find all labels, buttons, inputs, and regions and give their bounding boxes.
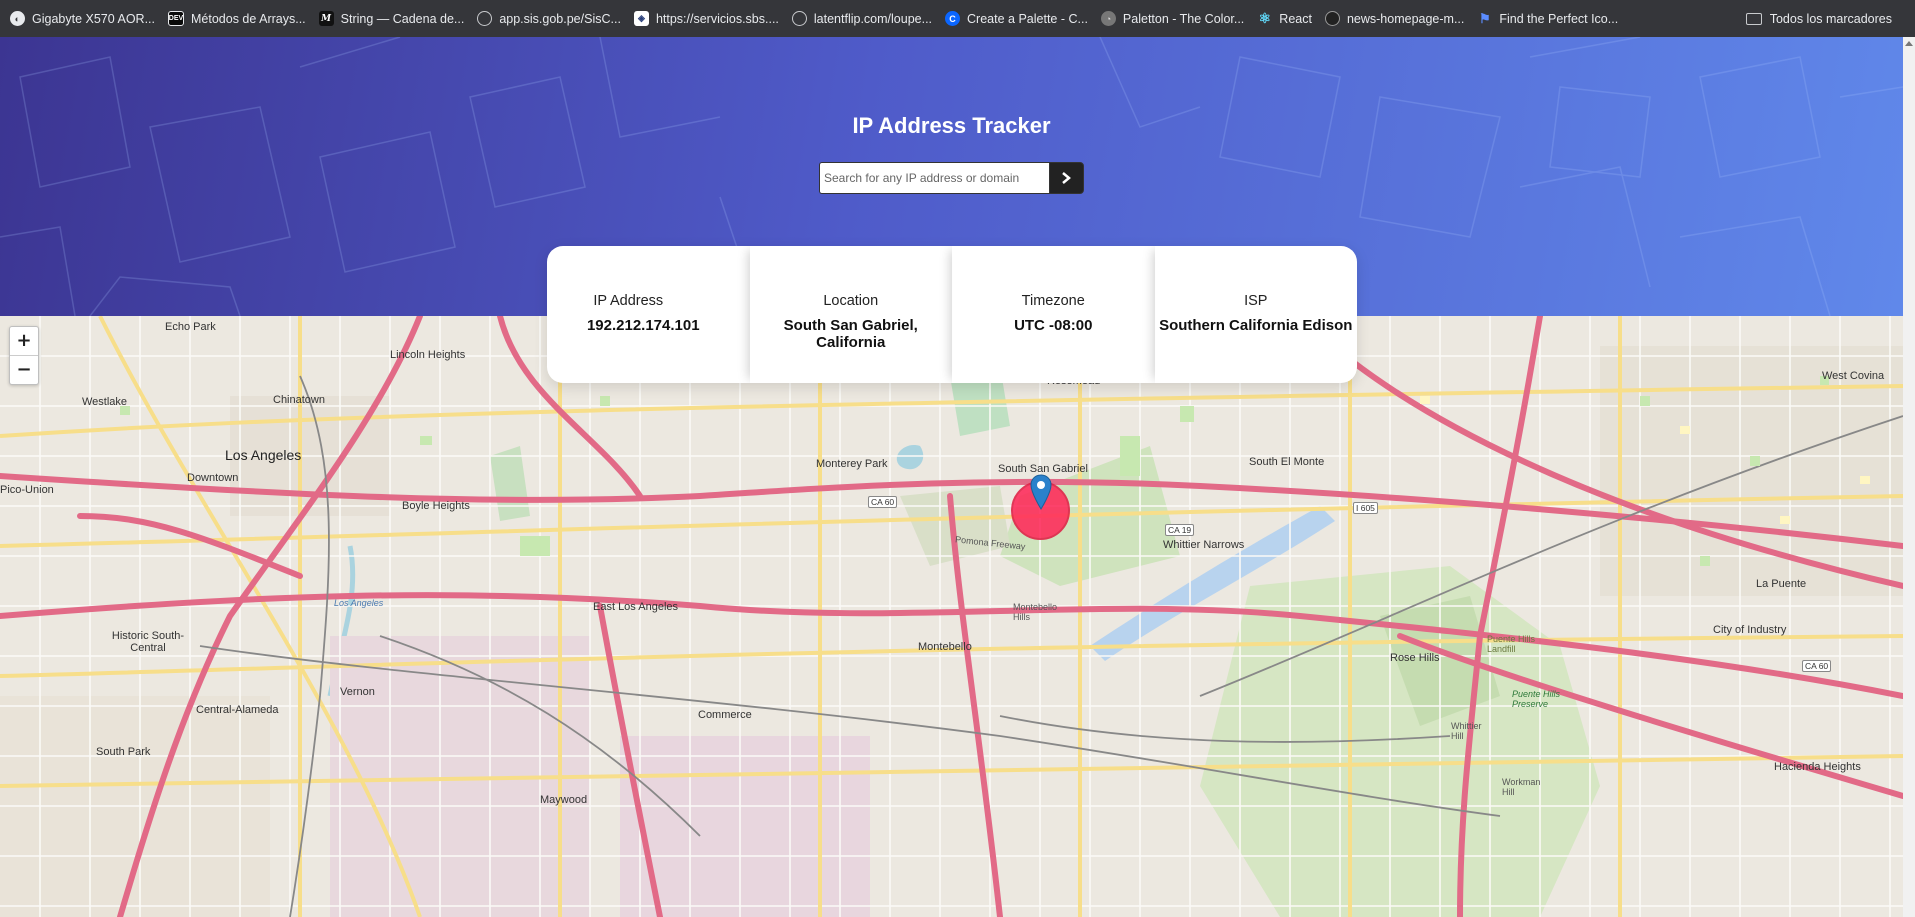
bookmark-gigabyte[interactable]: ◐ Gigabyte X570 AOR... (10, 11, 155, 26)
map-label-puente-hills-preserve: Puente Hills Preserve (1512, 689, 1561, 709)
map-label-pico-union: Pico-Union (0, 484, 54, 496)
bookmark-label: Gigabyte X570 AOR... (32, 11, 155, 26)
map-label-commerce: Commerce (698, 709, 752, 721)
bookmark-latentflip[interactable]: latentflip.com/loupe... (791, 11, 933, 26)
flag-icon: ⚑ (1479, 10, 1491, 26)
map-label-south-park: South Park (96, 746, 151, 758)
map-label-hacienda-heights: Hacienda Heights (1774, 761, 1861, 773)
map-label-workman-hill: Workman Hill (1502, 777, 1541, 797)
map-label-east-los-angeles: East Los Angeles (593, 601, 679, 613)
map-label-montebello-hills: Montebello Hills (1013, 602, 1058, 622)
paletton-favicon-icon: ◔ (1100, 11, 1116, 26)
github-icon (1324, 11, 1340, 26)
info-value: UTC -08:00 (1014, 317, 1093, 334)
map-label-west-covina: West Covina (1822, 370, 1885, 382)
map-label-historic-south-central: Historic South-Central (111, 630, 185, 654)
zoom-controls: + − (9, 326, 39, 385)
info-value: 192.212.174.101 (586, 317, 700, 334)
map-label-whittier-hill: Whittier Hill (1451, 721, 1482, 741)
info-label: ISP (1244, 293, 1268, 309)
bookmark-label: React (1279, 11, 1312, 26)
bookmark-label: Find the Perfect Ico... (1499, 11, 1619, 26)
info-label: Location (823, 293, 879, 309)
map-label-westlake: Westlake (82, 396, 128, 408)
map-label-monterey-park: Monterey Park (816, 458, 888, 470)
bookmark-metodos-arrays[interactable]: DEV Métodos de Arrays... (168, 11, 306, 26)
search-submit-button[interactable] (1049, 162, 1084, 194)
search-form (819, 162, 1084, 194)
map-label-vernon: Vernon (340, 686, 375, 698)
coolors-favicon-icon: C (945, 11, 961, 26)
mdn-favicon-icon: M (318, 11, 334, 26)
bookmark-label: Paletton - The Color... (1122, 11, 1245, 26)
chevron-right-icon (1062, 172, 1071, 184)
map-label-puente-hills-landfill: Puente Hills Landfill (1487, 634, 1536, 654)
info-timezone: Timezone UTC -08:00 (952, 246, 1155, 383)
bookmark-sbs[interactable]: ◈ https://servicios.sbs.... (633, 11, 779, 26)
bookmark-string[interactable]: M String — Cadena de... (318, 11, 465, 26)
folder-icon (1745, 12, 1762, 25)
info-value: South San Gabriel, California (783, 317, 918, 351)
bookmark-news-homepage[interactable]: news-homepage-m... (1324, 11, 1465, 26)
bookmark-label: https://servicios.sbs.... (655, 11, 779, 26)
map-label-central-alameda: Central-Alameda (196, 704, 279, 716)
bookmark-find-icon[interactable]: ⚑ Find the Perfect Ico... (1477, 11, 1618, 26)
dev-favicon-icon: DEV (168, 11, 184, 26)
map-label-montebello: Montebello (918, 641, 972, 653)
highway-shield: I 605 (1353, 502, 1378, 514)
circle-favicon-icon: ◐ (10, 11, 25, 26)
map-label-whittier-narrows: Whittier Narrows (1163, 539, 1245, 551)
page-scrollbar[interactable] (1903, 37, 1915, 917)
map-tiles[interactable] (0, 316, 1903, 917)
page-title: IP Address Tracker (852, 113, 1051, 138)
bookmark-coolors[interactable]: C Create a Palette - C... (945, 11, 1088, 26)
bookmark-sis[interactable]: app.sis.gob.pe/SisC... (477, 11, 621, 26)
scroll-up-arrow-icon[interactable] (1905, 41, 1913, 46)
info-location: Location South San Gabriel, California (750, 246, 953, 383)
bookmark-label: Métodos de Arrays... (191, 11, 306, 26)
bookmark-label: latentflip.com/loupe... (813, 11, 933, 26)
info-value: Southern California Edison (1159, 317, 1353, 334)
map-label-downtown: Downtown (187, 472, 239, 484)
react-icon: ⚛ (1258, 10, 1272, 26)
search-input[interactable] (819, 162, 1049, 194)
map-label-maywood: Maywood (540, 794, 588, 806)
bookmark-react[interactable]: ⚛ React (1257, 10, 1312, 26)
info-label: Timezone (1021, 293, 1085, 309)
globe-icon (477, 11, 493, 26)
map-label-boyle-heights: Boyle Heights (402, 500, 470, 512)
ip-info-card: IP Address 192.212.174.101 Location Sout… (547, 246, 1357, 383)
all-bookmarks-label: Todos los marcadores (1769, 11, 1892, 26)
map-view[interactable]: + − Echo Park Lincoln Heights Westlake C… (0, 316, 1903, 917)
info-isp: ISP Southern California Edison (1155, 246, 1358, 383)
bookmarks-bar: ◐ Gigabyte X570 AOR... DEV Métodos de Ar… (0, 0, 1915, 37)
highway-shield: CA 60 (868, 496, 898, 508)
map-label-echo-park: Echo Park (165, 321, 216, 333)
map-label-los-angeles: Los Angeles (225, 447, 302, 463)
map-marker-icon[interactable] (1030, 474, 1052, 510)
highway-shield: CA 60 (1802, 660, 1832, 672)
bookmark-paletton[interactable]: ◔ Paletton - The Color... (1100, 11, 1245, 26)
zoom-out-button[interactable]: − (10, 356, 38, 384)
zoom-in-button[interactable]: + (10, 327, 38, 356)
map-label-city-of-industry: City of Industry (1713, 624, 1787, 636)
map-label-lincoln-heights: Lincoln Heights (390, 349, 466, 361)
info-ip-address: IP Address 192.212.174.101 (547, 246, 750, 383)
bookmark-label: app.sis.gob.pe/SisC... (499, 11, 621, 26)
map-label-south-el-monte: South El Monte (1249, 456, 1325, 468)
map-label-la-puente: La Puente (1756, 578, 1807, 590)
map-label-los-angeles-river: Los Angeles (334, 598, 384, 608)
all-bookmarks-folder[interactable]: Todos los marcadores (1745, 0, 1892, 37)
map-label-chinatown: Chinatown (273, 394, 325, 406)
sbs-favicon-icon: ◈ (633, 11, 649, 26)
map-label-rose-hills: Rose Hills (1390, 652, 1440, 664)
info-label: IP Address (593, 293, 664, 309)
bookmark-label: String — Cadena de... (340, 11, 465, 26)
highway-shield: CA 19 (1165, 524, 1195, 536)
bookmark-label: Create a Palette - C... (967, 11, 1088, 26)
bookmark-label: news-homepage-m... (1346, 11, 1465, 26)
globe-icon (791, 11, 807, 26)
